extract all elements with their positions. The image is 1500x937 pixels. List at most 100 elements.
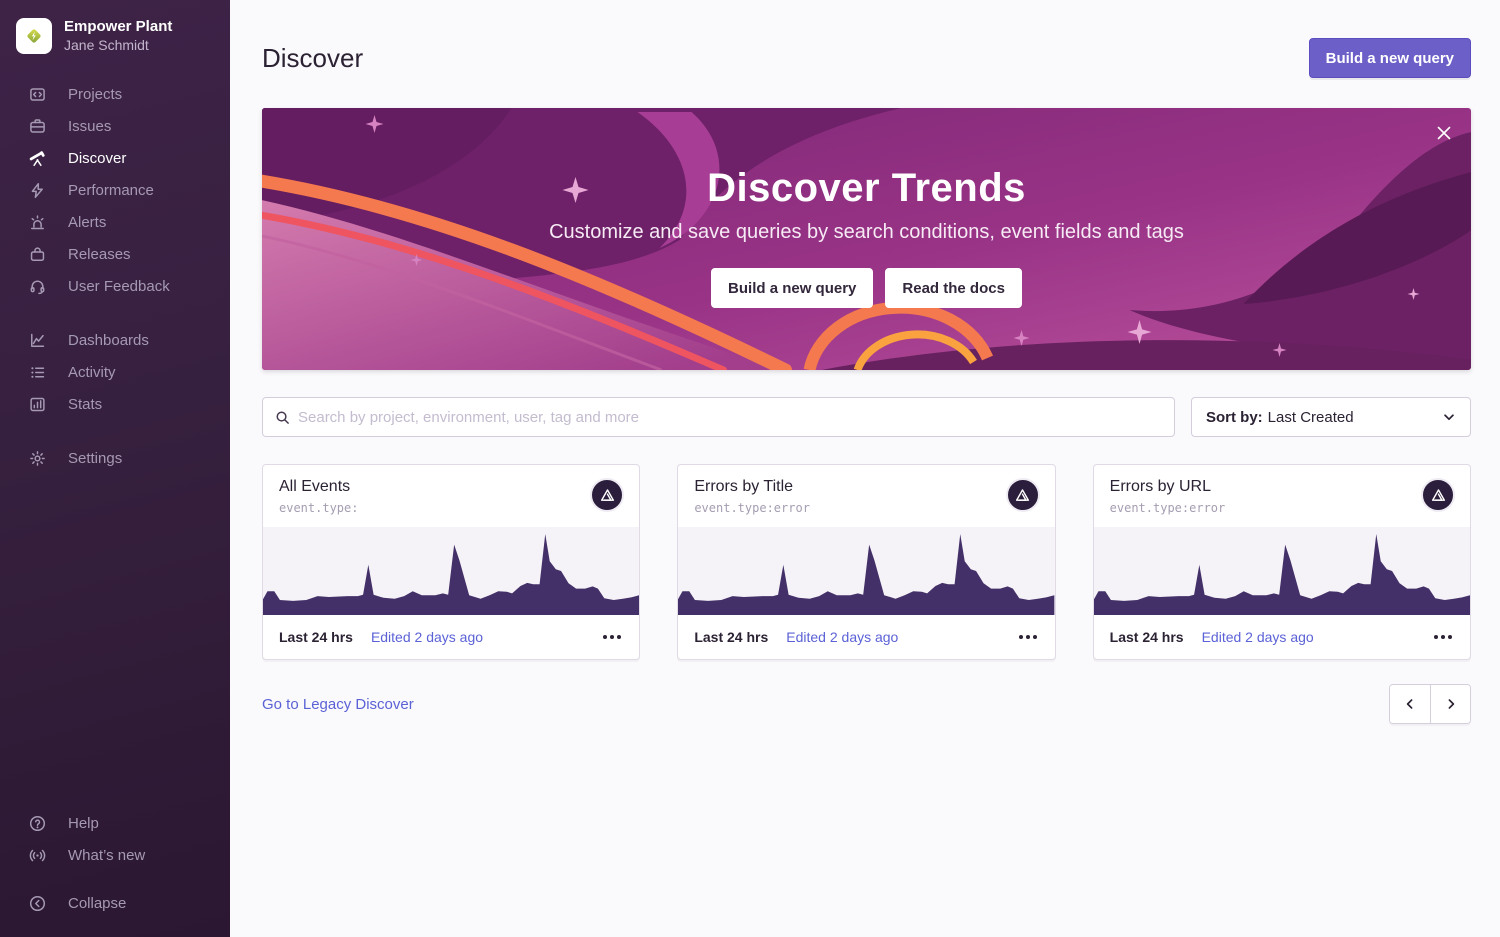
sidebar-collapse-button[interactable]: Collapse: [0, 887, 230, 919]
banner-title: Discover Trends: [262, 166, 1471, 211]
search-input[interactable]: [298, 409, 1162, 426]
main-content: Discover Build a new query: [230, 0, 1500, 937]
card-title: Errors by URL: [1110, 478, 1454, 496]
query-card-errors-by-url[interactable]: Errors by URL event.type:error Last 24 h…: [1093, 464, 1471, 660]
events-sparkline-area: [263, 534, 639, 615]
sidebar-item-dashboards[interactable]: Dashboards: [0, 324, 230, 356]
close-icon: [1436, 125, 1452, 141]
card-header: Errors by Title event.type:error: [678, 465, 1054, 527]
events-sparkline-area: [678, 534, 1054, 615]
whats-new-icon: [28, 846, 46, 864]
banner-content: Discover Trends Customize and save queri…: [262, 108, 1471, 308]
sort-dropdown[interactable]: Sort by: Last Created: [1191, 397, 1471, 437]
org-user: Jane Schmidt: [64, 37, 172, 55]
sidebar-item-discover[interactable]: Discover: [0, 142, 230, 174]
banner-subtitle: Customize and save queries by search con…: [262, 221, 1471, 244]
sidebar-primary-nav: Projects Issues Discover Performance Ale…: [0, 78, 230, 302]
org-switcher[interactable]: Empower Plant Jane Schmidt: [0, 0, 230, 54]
releases-icon: [28, 245, 46, 263]
search-icon: [275, 410, 290, 425]
sidebar-bottom-nav: Help What’s new: [0, 807, 230, 871]
discover-trends-banner: Discover Trends Customize and save queri…: [262, 108, 1471, 370]
ellipsis-menu-icon[interactable]: [1017, 629, 1039, 645]
sidebar-item-label: Dashboards: [68, 332, 149, 349]
sidebar-settings-nav: Settings: [0, 442, 230, 474]
build-query-button[interactable]: Build a new query: [1309, 38, 1471, 78]
card-header: All Events event.type:: [263, 465, 639, 527]
pagination-next-button[interactable]: [1430, 685, 1470, 723]
sidebar-item-performance[interactable]: Performance: [0, 174, 230, 206]
sidebar-item-activity[interactable]: Activity: [0, 356, 230, 388]
sidebar: Empower Plant Jane Schmidt Projects Issu…: [0, 0, 230, 937]
sort-prefix: Sort by:: [1206, 409, 1263, 426]
chevron-down-icon: [1442, 410, 1456, 424]
sort-value: Last Created: [1268, 409, 1354, 426]
sidebar-item-label: Stats: [68, 396, 102, 413]
sidebar-item-projects[interactable]: Projects: [0, 78, 230, 110]
sentry-avatar-icon: [1421, 478, 1455, 512]
sidebar-item-label: Activity: [68, 364, 116, 381]
legacy-discover-link[interactable]: Go to Legacy Discover: [262, 696, 414, 713]
chevron-right-icon: [1444, 697, 1458, 711]
page-title: Discover: [262, 43, 363, 74]
sidebar-spacer: [0, 474, 230, 807]
card-title: Errors by Title: [694, 478, 1038, 496]
card-title: All Events: [279, 478, 623, 496]
sidebar-item-settings[interactable]: Settings: [0, 442, 230, 474]
query-card-all-events[interactable]: All Events event.type: Last 24 hrs Edite…: [262, 464, 640, 660]
sidebar-item-label: Discover: [68, 150, 126, 167]
help-icon: [28, 814, 46, 832]
sidebar-secondary-nav: Dashboards Activity Stats: [0, 324, 230, 420]
card-chart: [678, 527, 1054, 615]
card-header: Errors by URL event.type:error: [1094, 465, 1470, 527]
card-time-range: Last 24 hrs: [1110, 629, 1184, 645]
sidebar-item-stats[interactable]: Stats: [0, 388, 230, 420]
collapse-icon: [28, 894, 46, 912]
sidebar-item-alerts[interactable]: Alerts: [0, 206, 230, 238]
banner-read-docs-button[interactable]: Read the docs: [885, 268, 1022, 308]
saved-query-cards: All Events event.type: Last 24 hrs Edite…: [262, 464, 1471, 660]
activity-icon: [28, 363, 46, 381]
banner-buttons: Build a new query Read the docs: [262, 268, 1471, 308]
card-edited-link[interactable]: Edited 2 days ago: [1202, 629, 1314, 645]
sidebar-item-user-feedback[interactable]: User Feedback: [0, 270, 230, 302]
dashboards-icon: [28, 331, 46, 349]
stats-icon: [28, 395, 46, 413]
card-query: event.type:error: [1110, 501, 1454, 515]
alerts-icon: [28, 213, 46, 231]
events-sparkline-area: [1094, 534, 1470, 615]
user-feedback-icon: [28, 277, 46, 295]
ellipsis-menu-icon[interactable]: [601, 629, 623, 645]
search-box: [262, 397, 1175, 437]
sidebar-item-help[interactable]: Help: [0, 807, 230, 839]
card-chart: [1094, 527, 1470, 615]
sidebar-item-label: Performance: [68, 182, 154, 199]
performance-icon: [28, 181, 46, 199]
card-footer: Last 24 hrs Edited 2 days ago: [1094, 615, 1470, 659]
settings-icon: [28, 449, 46, 467]
org-logo-icon: [16, 18, 52, 54]
card-chart: [263, 527, 639, 615]
sidebar-item-releases[interactable]: Releases: [0, 238, 230, 270]
org-names: Empower Plant Jane Schmidt: [64, 18, 172, 54]
query-controls: Sort by: Last Created: [262, 397, 1471, 437]
card-time-range: Last 24 hrs: [694, 629, 768, 645]
card-edited-link[interactable]: Edited 2 days ago: [371, 629, 483, 645]
sidebar-item-label: Issues: [68, 118, 111, 135]
projects-icon: [28, 85, 46, 103]
sidebar-item-issues[interactable]: Issues: [0, 110, 230, 142]
org-name: Empower Plant: [64, 18, 172, 37]
banner-close-button[interactable]: [1433, 122, 1455, 144]
card-query: event.type:error: [694, 501, 1038, 515]
banner-build-query-button[interactable]: Build a new query: [711, 268, 873, 308]
query-card-errors-by-title[interactable]: Errors by Title event.type:error Last 24…: [677, 464, 1055, 660]
sidebar-item-label: Settings: [68, 450, 122, 467]
sidebar-item-label: Help: [68, 815, 99, 832]
discover-icon: [28, 149, 46, 167]
card-footer: Last 24 hrs Edited 2 days ago: [678, 615, 1054, 659]
card-edited-link[interactable]: Edited 2 days ago: [786, 629, 898, 645]
ellipsis-menu-icon[interactable]: [1432, 629, 1454, 645]
sidebar-item-whats-new[interactable]: What’s new: [0, 839, 230, 871]
pagination-prev-button[interactable]: [1390, 685, 1430, 723]
sentry-avatar-icon: [1006, 478, 1040, 512]
